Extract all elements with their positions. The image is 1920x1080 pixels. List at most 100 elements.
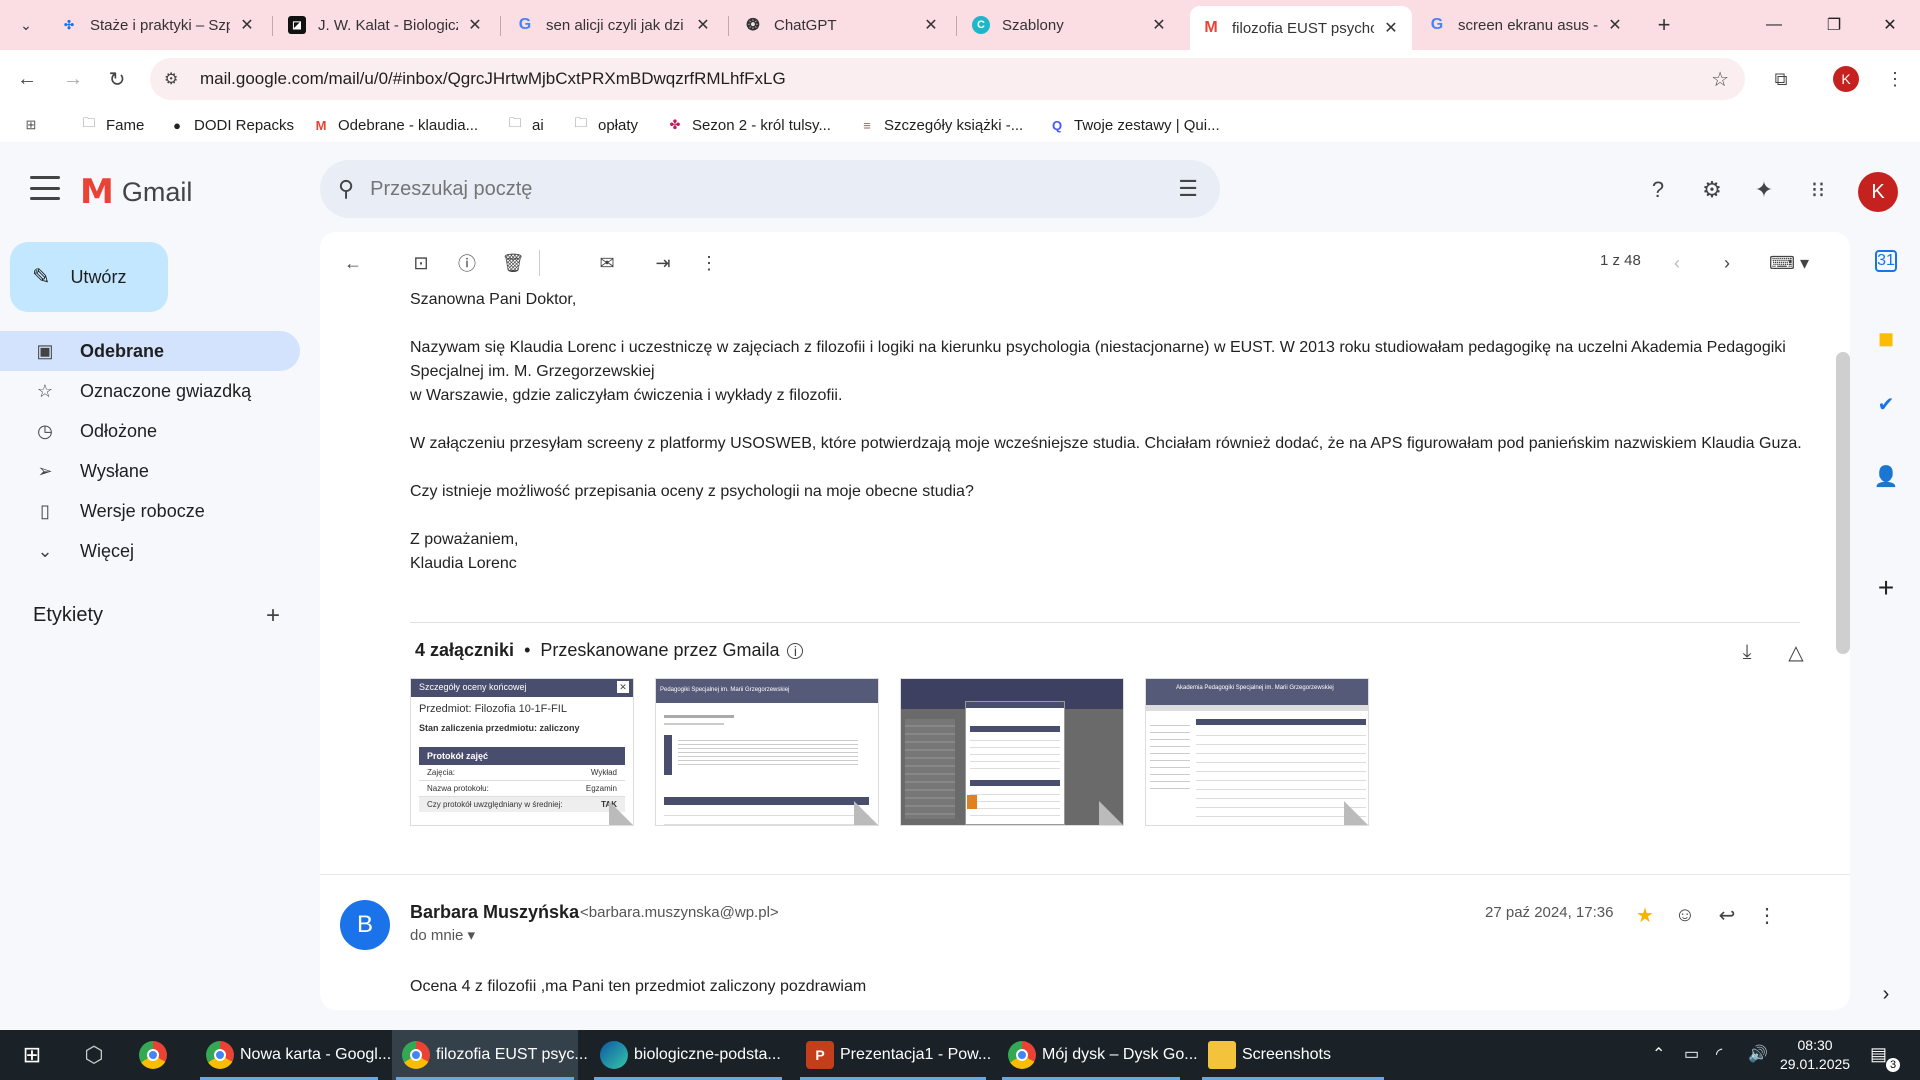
bookmark-item[interactable]: 🗀 Fame (80, 113, 144, 137)
site-info-icon[interactable]: ⚙ (164, 69, 188, 89)
gemini-icon[interactable]: ✦ (1748, 174, 1780, 206)
reload-button[interactable]: ↻ (102, 64, 132, 94)
bookmark-star-icon[interactable]: ☆ (1711, 67, 1729, 92)
add-addon-icon[interactable]: + (1870, 572, 1902, 604)
main-menu-icon[interactable] (30, 176, 60, 200)
system-clock[interactable]: 08:30 29.01.2025 (1780, 1036, 1850, 1074)
close-tab-icon[interactable]: ✕ (922, 15, 940, 35)
help-icon[interactable]: ? (1642, 174, 1674, 206)
browser-tab[interactable]: G screen ekranu asus - ✕ (1416, 8, 1636, 42)
forward-button[interactable]: → (58, 64, 88, 94)
save-to-drive-icon[interactable]: △ (1782, 638, 1810, 666)
recipients-toggle[interactable]: do mnie ▾ (410, 926, 475, 944)
chevron-up-icon[interactable]: ⌃ (1652, 1044, 1665, 1064)
new-tab-button[interactable]: + (1650, 11, 1678, 39)
browser-tab[interactable]: ◪ J. W. Kalat - Biologicz ✕ (276, 8, 496, 42)
close-tab-icon[interactable]: ✕ (466, 15, 484, 35)
back-arrow-icon[interactable]: ← (340, 250, 366, 276)
scrollbar-thumb[interactable] (1836, 352, 1850, 654)
more-options-icon[interactable]: ⋮ (696, 250, 722, 276)
reply-icon[interactable]: ↩ (1712, 900, 1742, 930)
browser-tab-active[interactable]: M filozofia EUST psycho ✕ (1190, 6, 1412, 50)
close-tab-icon[interactable]: ✕ (238, 15, 256, 35)
maximize-button[interactable]: ❐ (1804, 0, 1864, 50)
search-input[interactable] (370, 177, 1131, 201)
archive-icon[interactable]: ⊡ (408, 250, 434, 276)
account-avatar[interactable]: K (1858, 172, 1898, 212)
taskbar-pinned-app[interactable]: ⬡ (72, 1030, 116, 1080)
sender-avatar[interactable]: B (340, 900, 390, 950)
emoji-reaction-icon[interactable]: ☺ (1670, 900, 1700, 930)
expand-panel-icon[interactable]: › (1870, 978, 1902, 1010)
sidebar-item-drafts[interactable]: ▯ Wersje robocze (0, 491, 300, 531)
apps-icon[interactable]: ⁝⁝ (1802, 174, 1834, 206)
bookmark-item[interactable]: Q Twoje zestawy | Qui... (1048, 113, 1220, 137)
sidebar-item-snoozed[interactable]: ◷ Odłożone (0, 411, 300, 451)
attachment-thumbnail[interactable]: Pedagogiki Specjalnej im. Marii Grzegorz… (655, 678, 879, 826)
close-tab-icon[interactable]: ✕ (1382, 18, 1400, 38)
notifications-icon[interactable]: ▤ (1870, 1044, 1887, 1065)
browser-tab[interactable]: G sen alicji czyli jak dzi ✕ (504, 8, 724, 42)
add-label-icon[interactable]: + (266, 602, 280, 630)
attachment-thumbnail[interactable]: Szczegóły oceny końcowej ✕ Przedmiot: Fi… (410, 678, 634, 826)
battery-icon[interactable]: ▭ (1684, 1044, 1699, 1064)
sender-name[interactable]: Barbara Muszyńska (410, 902, 579, 923)
start-button[interactable]: ⊞ (10, 1030, 54, 1080)
tasks-icon[interactable]: ✔ (1870, 388, 1902, 420)
apps-grid-icon[interactable]: ⊞ (22, 113, 48, 137)
address-bar[interactable]: ⚙ mail.google.com/mail/u/0/#inbox/QgrcJH… (150, 58, 1745, 100)
browser-tab[interactable]: C Szablony ✕ (960, 8, 1180, 42)
taskbar-app[interactable]: Nowa karta - Googl... (196, 1030, 391, 1080)
browser-tab[interactable]: ❂ ChatGPT ✕ (732, 8, 952, 42)
bookmark-item[interactable]: ✤ Sezon 2 - król tulsy... (666, 113, 831, 137)
wifi-icon[interactable]: ◜ (1716, 1044, 1722, 1064)
search-options-icon[interactable]: ☰ (1178, 176, 1198, 202)
taskbar-chrome[interactable] (134, 1030, 178, 1080)
bookmark-item[interactable]: ● DODI Repacks (168, 113, 294, 137)
tab-search-button[interactable]: ⌄ (12, 11, 40, 39)
bookmark-item[interactable]: M Odebrane - klaudia... (312, 113, 479, 137)
bookmark-item[interactable]: ≡ Szczegóły książki -... (858, 113, 1023, 137)
close-tab-icon[interactable]: ✕ (1606, 15, 1624, 35)
download-all-icon[interactable]: ⤓ (1733, 638, 1761, 666)
newer-icon[interactable]: ‹ (1664, 250, 1690, 276)
sidebar-item-more[interactable]: ⌄ Więcej (0, 531, 300, 571)
contacts-icon[interactable]: 👤 (1870, 460, 1902, 492)
back-button[interactable]: ← (12, 64, 42, 94)
taskbar-app[interactable]: biologiczne-podsta... (590, 1030, 786, 1080)
close-tab-icon[interactable]: ✕ (1150, 15, 1168, 35)
sidebar-item-starred[interactable]: ☆ Oznaczone gwiazdką (0, 371, 300, 411)
more-options-icon[interactable]: ⋮ (1752, 900, 1782, 930)
report-spam-icon[interactable]: ⓘ (454, 250, 480, 276)
settings-icon[interactable]: ⚙ (1696, 174, 1728, 206)
profile-avatar[interactable]: K (1833, 66, 1859, 92)
calendar-icon[interactable]: 31 (1875, 250, 1897, 272)
volume-icon[interactable]: 🔊 (1748, 1044, 1768, 1064)
sidebar-item-inbox[interactable]: ▣ Odebrane (0, 331, 300, 371)
browser-tab[interactable]: ✣ Staże i praktyki – Szp ✕ (48, 8, 268, 42)
taskbar-app-active[interactable]: filozofia EUST psyc... (392, 1030, 588, 1080)
browser-menu-icon[interactable]: ⋮ (1880, 64, 1910, 94)
extensions-icon[interactable]: ⧉ (1766, 64, 1796, 94)
search-icon[interactable]: ⚲ (338, 176, 354, 202)
keep-icon[interactable]: ◼ (1870, 322, 1902, 354)
older-icon[interactable]: › (1714, 250, 1740, 276)
info-icon[interactable]: i (787, 642, 804, 659)
attachment-thumbnail[interactable] (900, 678, 1124, 826)
compose-button[interactable]: ✎ Utwórz (10, 242, 168, 312)
delete-icon[interactable]: 🗑 (500, 250, 526, 276)
move-to-icon[interactable]: ⇥ (650, 250, 676, 276)
mark-unread-icon[interactable]: ✉ (594, 250, 620, 276)
taskbar-app[interactable]: Screenshots (1198, 1030, 1388, 1080)
minimize-button[interactable]: — (1744, 0, 1804, 50)
taskbar-app[interactable]: Mój dysk – Dysk Go... (998, 1030, 1198, 1080)
bookmark-item[interactable]: 🗀 ai (506, 113, 543, 137)
star-icon[interactable]: ★ (1630, 900, 1660, 930)
gmail-logo[interactable]: M Gmail (80, 172, 192, 212)
attachment-thumbnail[interactable]: Akademia Pedagogiki Specjalnej im. Marii… (1145, 678, 1369, 826)
sidebar-item-sent[interactable]: ➢ Wysłane (0, 451, 300, 491)
input-tools-icon[interactable]: ⌨ ▾ (1764, 250, 1814, 276)
close-tab-icon[interactable]: ✕ (694, 15, 712, 35)
taskbar-app[interactable]: P Prezentacja1 - Pow... (796, 1030, 991, 1080)
bookmark-item[interactable]: 🗀 opłaty (572, 113, 638, 137)
